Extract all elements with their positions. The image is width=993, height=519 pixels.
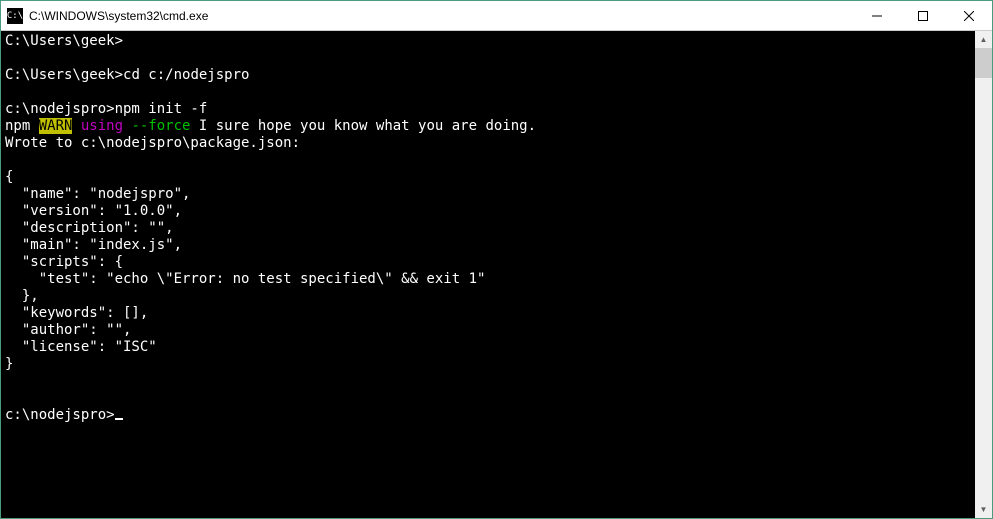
json-line: "test": "echo \"Error: no test specified… <box>5 271 485 287</box>
scroll-track[interactable] <box>975 48 992 501</box>
npm-warn-msg: I sure hope you know what you are doing. <box>190 118 536 134</box>
cursor <box>115 418 123 420</box>
scroll-up-arrow[interactable]: ▲ <box>975 31 992 48</box>
maximize-button[interactable] <box>900 1 946 30</box>
window-title: C:\WINDOWS\system32\cmd.exe <box>29 9 854 23</box>
title-bar: C:\ C:\WINDOWS\system32\cmd.exe <box>1 1 992 31</box>
json-line: "license": "ISC" <box>5 339 157 355</box>
cmd-window: C:\ C:\WINDOWS\system32\cmd.exe C:\Users… <box>0 0 993 519</box>
command-text: cd c:/nodejspro <box>123 67 249 83</box>
npm-warn-badge: WARN <box>39 118 73 134</box>
json-line: "keywords": [], <box>5 305 148 321</box>
json-line: "scripts": { <box>5 254 123 270</box>
command-text: npm init -f <box>115 101 208 117</box>
prompt-line: C:\Users\geek> <box>5 67 123 83</box>
window-controls <box>854 1 992 30</box>
json-line: "main": "index.js", <box>5 237 182 253</box>
json-line: "name": "nodejspro", <box>5 186 190 202</box>
json-line: "version": "1.0.0", <box>5 203 182 219</box>
minimize-button[interactable] <box>854 1 900 30</box>
prompt-line: c:\nodejspro> <box>5 407 115 423</box>
npm-using: using <box>72 118 123 134</box>
terminal-wrapper: C:\Users\geek> C:\Users\geek>cd c:/nodej… <box>1 31 992 518</box>
close-button[interactable] <box>946 1 992 30</box>
scroll-thumb[interactable] <box>975 48 992 78</box>
prompt-line: C:\Users\geek> <box>5 33 123 49</box>
vertical-scrollbar[interactable]: ▲ ▼ <box>975 31 992 518</box>
prompt-line: c:\nodejspro> <box>5 101 115 117</box>
wrote-line: Wrote to c:\nodejspro\package.json: <box>5 135 300 151</box>
json-line: "author": "", <box>5 322 131 338</box>
json-line: } <box>5 356 13 372</box>
npm-prefix: npm <box>5 118 39 134</box>
terminal-output[interactable]: C:\Users\geek> C:\Users\geek>cd c:/nodej… <box>1 31 975 518</box>
npm-force-flag: --force <box>123 118 190 134</box>
json-line: { <box>5 169 13 185</box>
json-line: "description": "", <box>5 220 174 236</box>
cmd-icon: C:\ <box>7 8 23 24</box>
json-line: }, <box>5 288 39 304</box>
scroll-down-arrow[interactable]: ▼ <box>975 501 992 518</box>
